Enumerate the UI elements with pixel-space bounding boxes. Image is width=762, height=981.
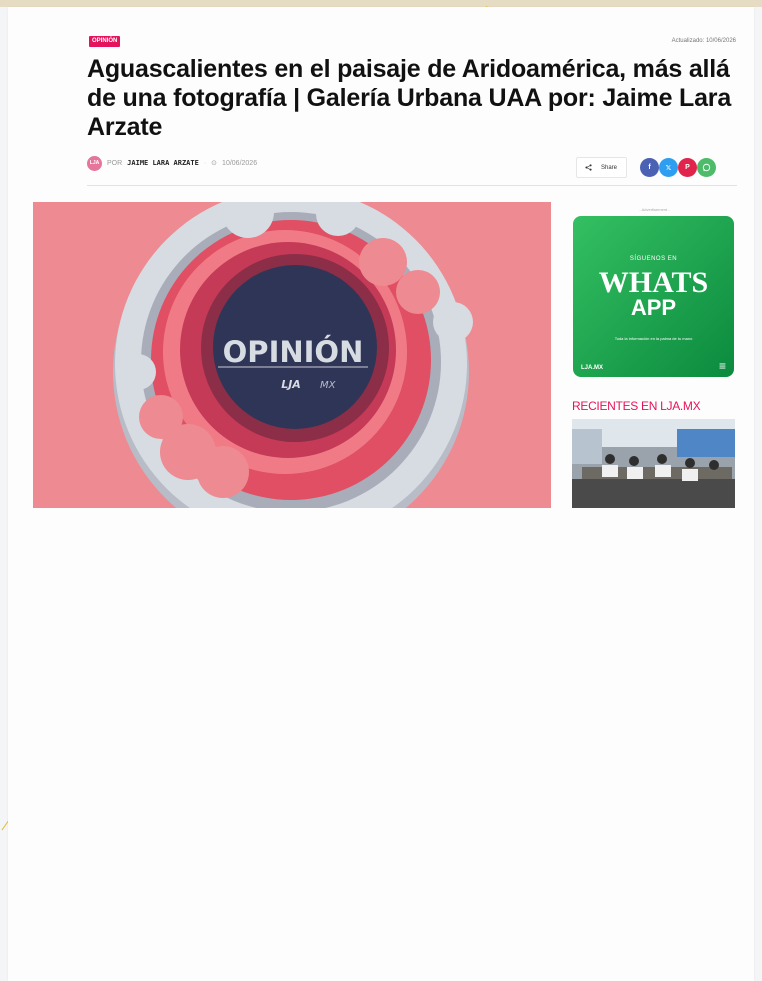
hero-overlay-title: OPINIÓN — [223, 335, 364, 369]
article-page: OPINIÓN Actualizado: 10/06/2026 Aguascal… — [8, 7, 754, 981]
whatsapp-share-button[interactable] — [697, 158, 716, 177]
title-divider — [87, 185, 737, 186]
recent-article-thumbnail[interactable] — [572, 419, 735, 508]
ad-headline: WHATS — [598, 266, 709, 299]
byline: LJA POR JAIME LARA ARZATE · ⊙ 10/06/2026 — [87, 155, 257, 171]
share-icon — [585, 164, 592, 171]
pinterest-share-button[interactable]: P — [678, 158, 697, 177]
share-label: Share — [601, 164, 618, 171]
category-badge[interactable]: OPINIÓN — [89, 36, 121, 47]
ad-caption: Toda la información en la palma de tu ma… — [614, 336, 693, 341]
top-accent-bar — [0, 0, 762, 7]
byline-separator: · — [203, 159, 207, 167]
hero-image[interactable]: OPINIÓN LJA MX — [33, 202, 551, 508]
hero-brand: LJA — [281, 378, 301, 391]
ad-kicker: SÍGUENOS EN — [629, 256, 678, 262]
ad-logo: LJA.MX — [581, 365, 604, 371]
hero-illustration: OPINIÓN LJA MX — [33, 202, 551, 508]
facebook-icon: f — [648, 164, 651, 171]
whatsapp-ad-banner[interactable]: SÍGUENOS EN WHATS APP Toda la informació… — [573, 216, 734, 377]
advertisement-label: - Advertisement - — [639, 207, 670, 212]
ad-headline-2: APP — [630, 295, 677, 320]
whatsapp-icon — [702, 163, 711, 172]
pinterest-icon: P — [685, 164, 690, 171]
meeting-photo — [572, 419, 735, 508]
author-avatar[interactable]: LJA — [87, 155, 102, 171]
ad-brand-mark-icon: ≡ — [718, 359, 726, 373]
publish-date: 10/06/2026 — [222, 159, 258, 167]
author-name-link[interactable]: JAIME LARA ARZATE — [127, 159, 199, 167]
x-twitter-icon: 𝕏 — [665, 164, 672, 172]
article-title: Aguascalientes en el paisaje de Aridoamé… — [87, 55, 732, 141]
hero-brand-suffix: MX — [320, 380, 337, 391]
facebook-share-button[interactable]: f — [640, 158, 659, 177]
x-share-button[interactable]: 𝕏 — [659, 158, 678, 177]
share-button[interactable]: Share — [576, 157, 627, 178]
clock-icon: ⊙ — [211, 160, 218, 167]
byline-prefix: POR — [107, 159, 123, 167]
recent-section-heading: RECIENTES EN LJA.MX — [572, 399, 701, 413]
updated-date: Actualizado: 10/06/2026 — [671, 38, 736, 44]
